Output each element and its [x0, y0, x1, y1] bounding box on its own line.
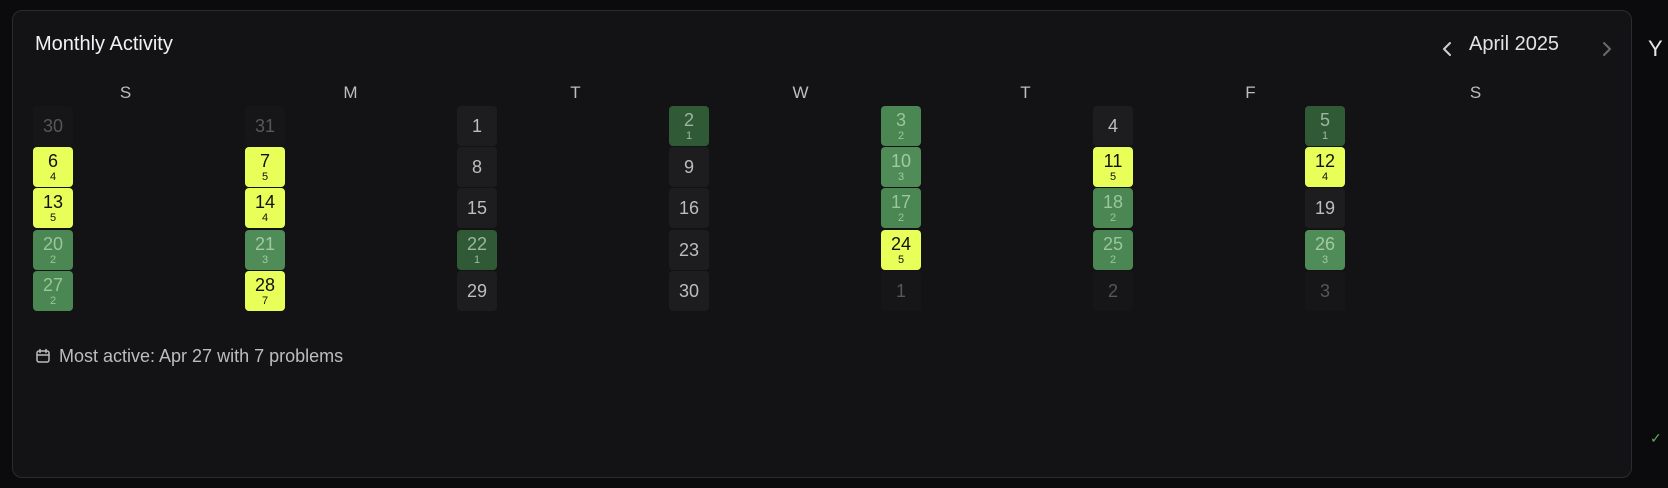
side-panel-title-partial: Y — [1648, 36, 1663, 61]
side-panel-check-icon: ✓ — [1650, 430, 1662, 446]
day-number: 2 — [683, 109, 694, 130]
calendar-day-cell[interactable]: 32 — [881, 106, 921, 146]
day-problem-count: 1 — [685, 129, 693, 142]
calendar-day-cell[interactable]: 29 — [457, 271, 497, 311]
calendar-day-cell[interactable]: 17 2 — [881, 188, 921, 228]
calendar-day-cell[interactable]: 75 — [245, 147, 285, 187]
calendar-day-cell[interactable]: 23 — [669, 230, 709, 270]
calendar-day-cell[interactable]: 18 2 — [1093, 188, 1133, 228]
day-number: 2 — [1107, 281, 1118, 301]
most-active-summary: Most active: Apr 27 with 7 problems — [35, 345, 343, 367]
monthly-activity-card: Monthly Activity April 2025 SMTWTFS 30 31… — [12, 10, 1632, 478]
calendar-day-cell[interactable]: 21 3 — [245, 230, 285, 270]
day-number: 30 — [678, 281, 700, 301]
day-problem-count: 3 — [261, 253, 269, 266]
calendar-day-cell[interactable]: 15 — [457, 188, 497, 228]
calendar-day-cell[interactable]: 51 — [1305, 106, 1345, 146]
calendar-day-cell[interactable]: 19 — [1305, 188, 1345, 228]
day-problem-count: 1 — [1321, 129, 1329, 142]
day-number: 11 — [1103, 150, 1123, 171]
day-problem-count: 7 — [261, 294, 269, 307]
day-number: 28 — [254, 274, 276, 295]
day-number: 3 — [1319, 281, 1330, 301]
day-number: 30 — [42, 116, 64, 136]
day-problem-count: 5 — [897, 253, 905, 266]
calendar-day-cell[interactable]: 12 4 — [1305, 147, 1345, 187]
calendar-day-cell[interactable]: 21 — [669, 106, 709, 146]
day-number: 3 — [895, 109, 906, 130]
calendar-day-cell[interactable]: 20 2 — [33, 230, 73, 270]
day-number: 17 — [890, 191, 912, 212]
day-number: 5 — [1319, 109, 1330, 130]
day-number: 6 — [47, 150, 58, 171]
day-number: 16 — [678, 198, 700, 218]
day-number: 10 — [890, 150, 912, 171]
day-number: 19 — [1314, 198, 1336, 218]
day-problem-count: 2 — [897, 129, 905, 142]
calendar-day-cell[interactable]: 64 — [33, 147, 73, 187]
calendar-day-cell[interactable]: 24 5 — [881, 230, 921, 270]
day-number: 23 — [678, 240, 700, 260]
day-number: 13 — [42, 191, 64, 212]
calendar-day-cell[interactable]: 2 — [1093, 271, 1133, 311]
calendar-day-cell[interactable]: 31 — [245, 106, 285, 146]
calendar-day-cell[interactable]: 10 3 — [881, 147, 921, 187]
day-problem-count: 2 — [49, 253, 57, 266]
day-problem-count: 5 — [261, 170, 269, 183]
day-number: 20 — [42, 233, 64, 254]
most-active-text: Most active: Apr 27 with 7 problems — [59, 345, 344, 366]
calendar-day-cell[interactable]: 11 5 — [1093, 147, 1133, 187]
calendar-day-cell[interactable]: 27 2 — [33, 271, 73, 311]
day-problem-count: 2 — [1109, 253, 1117, 266]
day-problem-count: 5 — [49, 211, 57, 224]
day-number: 15 — [466, 198, 488, 218]
day-problem-count: 3 — [1321, 253, 1329, 266]
calendar-day-cell[interactable]: 1 — [881, 271, 921, 311]
day-problem-count: 2 — [897, 211, 905, 224]
calendar-grid: 30 31 1 2 1 3 2 4 5 1 6 4 7 5 8 9 10 3 11 5 12 4 13 5 14 4 15 16 17 2… — [13, 11, 1631, 477]
calendar-day-cell[interactable]: 3 — [1305, 271, 1345, 311]
day-number: 8 — [471, 157, 482, 177]
calendar-icon — [36, 348, 50, 363]
calendar-day-cell[interactable]: 28 7 — [245, 271, 285, 311]
calendar-day-cell[interactable]: 30 — [669, 271, 709, 311]
day-number: 7 — [259, 150, 270, 171]
calendar-day-cell[interactable]: 26 3 — [1305, 230, 1345, 270]
day-number: 1 — [471, 116, 482, 136]
day-number: 4 — [1107, 116, 1118, 136]
day-number: 31 — [254, 116, 276, 136]
day-number: 21 — [254, 233, 276, 254]
calendar-day-cell[interactable]: 13 5 — [33, 188, 73, 228]
calendar-day-cell[interactable]: 1 — [457, 106, 497, 146]
day-problem-count: 2 — [1109, 211, 1117, 224]
day-problem-count: 5 — [1109, 170, 1117, 183]
day-number: 1 — [895, 281, 906, 301]
day-number: 12 — [1314, 150, 1336, 171]
calendar-day-cell[interactable]: 4 — [1093, 106, 1133, 146]
day-problem-count: 2 — [49, 294, 57, 307]
calendar-day-cell[interactable]: 30 — [33, 106, 73, 146]
day-number: 24 — [890, 233, 912, 254]
day-problem-count: 4 — [261, 211, 269, 224]
calendar-day-cell[interactable]: 22 1 — [457, 230, 497, 270]
day-problem-count: 4 — [1321, 170, 1329, 183]
calendar-day-cell[interactable]: 8 — [457, 147, 497, 187]
calendar-day-cell[interactable]: 14 4 — [245, 188, 285, 228]
day-number: 22 — [466, 233, 488, 254]
calendar-day-cell[interactable]: 16 — [669, 188, 709, 228]
day-number: 27 — [42, 274, 64, 295]
calendar-day-cell[interactable]: 25 2 — [1093, 230, 1133, 270]
day-problem-count: 3 — [897, 170, 905, 183]
day-number: 29 — [466, 281, 488, 301]
day-number: 14 — [254, 191, 276, 212]
day-number: 25 — [1102, 233, 1124, 254]
day-problem-count: 1 — [473, 253, 481, 266]
day-number: 9 — [683, 157, 694, 177]
day-number: 18 — [1102, 191, 1124, 212]
day-number: 26 — [1314, 233, 1336, 254]
day-problem-count: 4 — [49, 170, 57, 183]
calendar-day-cell[interactable]: 9 — [669, 147, 709, 187]
